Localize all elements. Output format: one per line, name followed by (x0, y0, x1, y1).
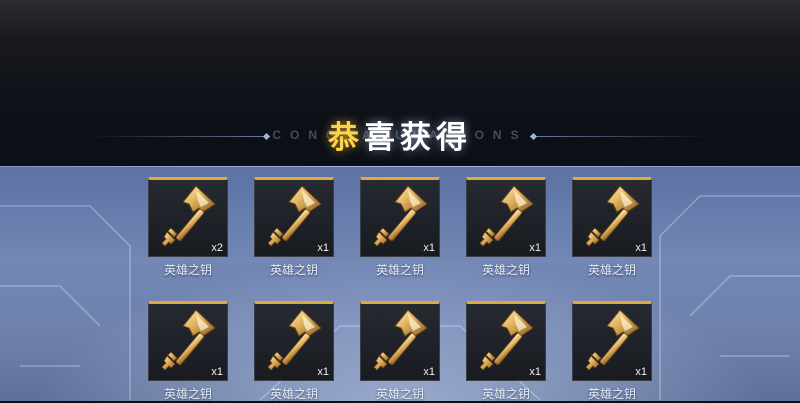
reward-item[interactable]: x1 英雄之钥 (572, 177, 652, 279)
reward-card[interactable]: x1 (254, 301, 334, 381)
reward-count: x1 (317, 242, 329, 254)
reward-card[interactable]: x1 (360, 177, 440, 257)
reward-card[interactable]: x1 (360, 301, 440, 381)
reward-name: 英雄之钥 (587, 263, 636, 277)
reward-item[interactable]: x1 英雄之钥 (572, 301, 652, 403)
reward-item[interactable]: x1 英雄之钥 (254, 301, 334, 403)
reward-count: x1 (317, 366, 329, 378)
page-title: 恭喜获得 (0, 112, 800, 157)
reward-count: x1 (635, 242, 647, 254)
title-rest: 喜获得 (364, 120, 472, 156)
reward-card[interactable]: x2 (148, 177, 228, 257)
reward-card[interactable]: x1 (148, 301, 228, 381)
reward-item[interactable]: x1 英雄之钥 (466, 177, 546, 279)
reward-item[interactable]: x1 英雄之钥 (360, 301, 440, 403)
reward-name: 英雄之钥 (375, 263, 424, 277)
reward-name: 英雄之钥 (375, 387, 424, 401)
title-first-char: 恭 (328, 120, 364, 156)
reward-count: x1 (423, 242, 435, 254)
reward-count: x1 (529, 242, 541, 254)
reward-name: 英雄之钥 (163, 263, 212, 277)
reward-name: 英雄之钥 (481, 263, 530, 277)
reward-name: 英雄之钥 (163, 387, 212, 401)
reward-card[interactable]: x1 (466, 301, 546, 381)
reward-card[interactable]: x1 (572, 177, 652, 257)
reward-count: x1 (211, 366, 223, 378)
reward-name: 英雄之钥 (587, 387, 636, 401)
reward-name: 英雄之钥 (269, 387, 318, 401)
reward-item[interactable]: x2 英雄之钥 (148, 177, 228, 279)
reward-item[interactable]: x1 英雄之钥 (148, 301, 228, 403)
reward-count: x1 (423, 366, 435, 378)
reward-card[interactable]: x1 (254, 177, 334, 257)
reward-card[interactable]: x1 (466, 177, 546, 257)
reward-grid: x2 英雄之钥 x1 英雄之钥 x1 英雄之钥 x1 英雄之钥 x1 英雄之钥 x1 英雄之钥 x1 英雄… (148, 177, 658, 403)
title-banner: CONGRATULATIONS 恭喜获得 (0, 108, 800, 164)
reward-item[interactable]: x1 英雄之钥 (466, 301, 546, 403)
reward-count: x1 (529, 366, 541, 378)
reward-item[interactable]: x1 英雄之钥 (360, 177, 440, 279)
reward-card[interactable]: x1 (572, 301, 652, 381)
reward-name: 英雄之钥 (269, 263, 318, 277)
reward-item[interactable]: x1 英雄之钥 (254, 177, 334, 279)
reward-name: 英雄之钥 (481, 387, 530, 401)
reward-count: x1 (635, 366, 647, 378)
reward-count: x2 (211, 242, 223, 254)
